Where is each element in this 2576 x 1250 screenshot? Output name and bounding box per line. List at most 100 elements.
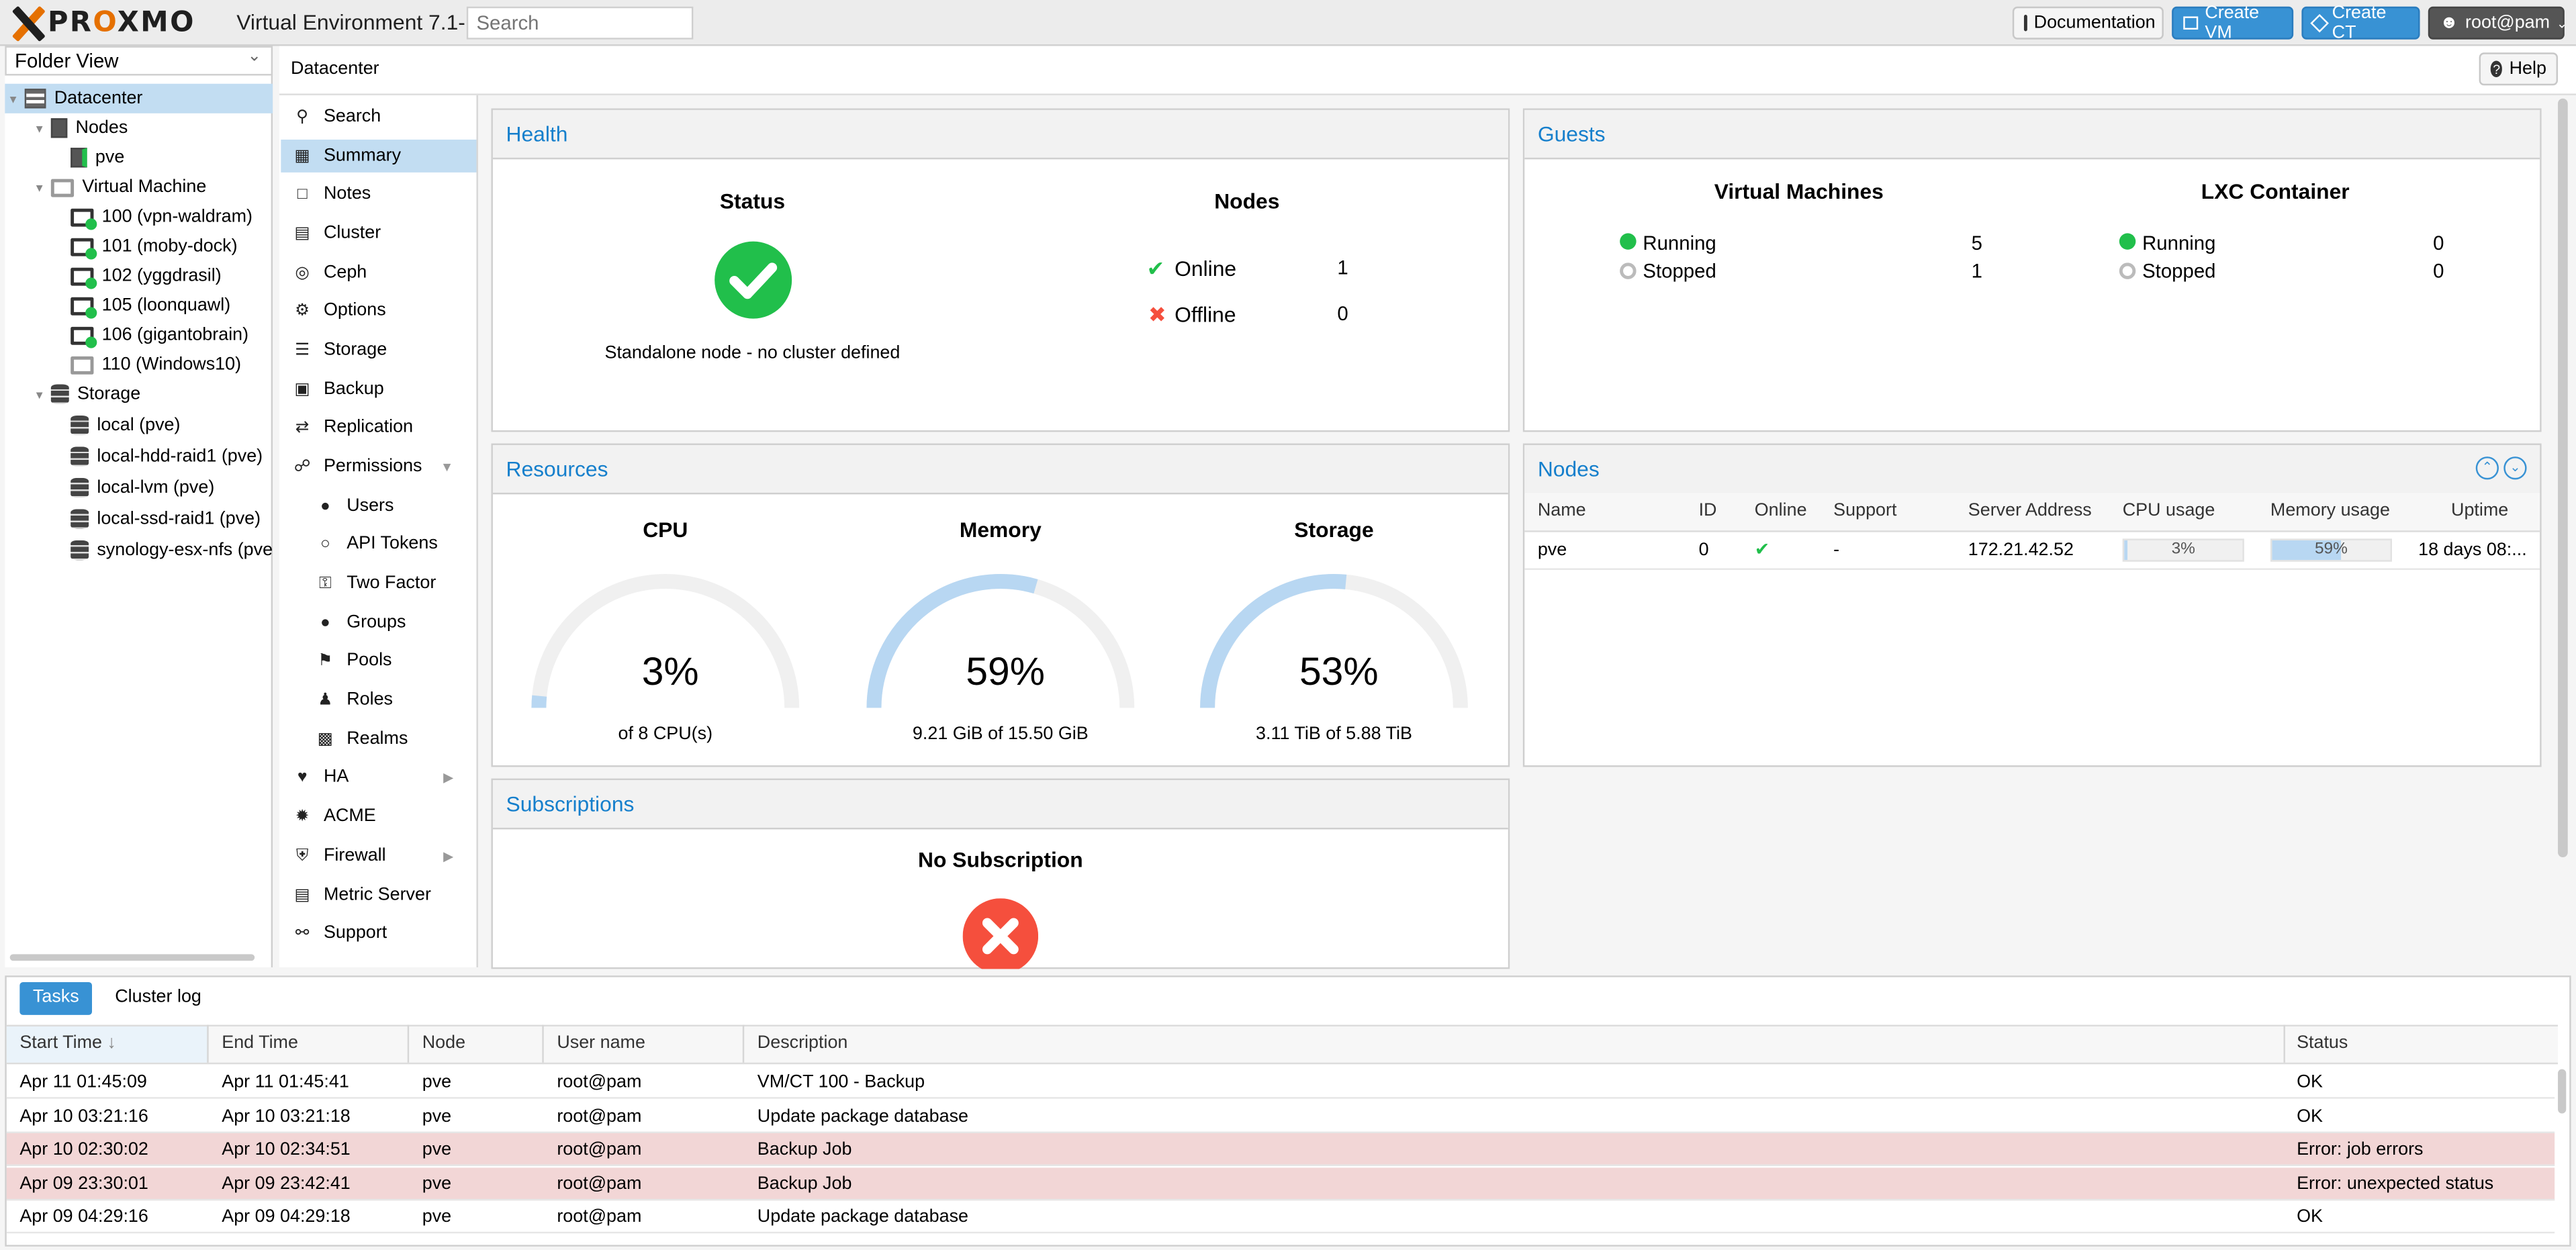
task-row[interactable] (6, 1133, 2555, 1166)
task-user: root@pam (557, 1072, 642, 1092)
collapse-icon[interactable]: ▾ (5, 91, 21, 106)
memory-sub: 9.21 GiB of 15.50 GiB (912, 724, 1089, 744)
tree-item-vm-102[interactable]: 102 (yggdrasil) (5, 261, 273, 291)
menu-item-acme[interactable]: ✹ ACME (281, 800, 476, 832)
menu-item-search[interactable]: ⚲ Search (281, 100, 476, 133)
menu-item-roles[interactable]: ♟ Roles (281, 683, 476, 716)
bar-chart-icon: ▤ (294, 885, 310, 904)
col-server-address[interactable]: Server Address (1968, 501, 2092, 520)
task-user: root@pam (557, 1173, 642, 1194)
tab-tasks[interactable]: Tasks (19, 981, 93, 1015)
chevron-right-icon: ▶ (443, 848, 454, 863)
health-title: Health (492, 109, 1508, 160)
task-status: OK (2297, 1072, 2323, 1092)
menu-item-ceph[interactable]: ◎ Ceph (281, 256, 476, 289)
tree-item-vm-105[interactable]: 105 (loonquawl) (5, 291, 273, 320)
tree-item-pve[interactable]: pve (5, 143, 273, 173)
tree-item-virtual-machine[interactable]: ▾ Virtual Machine (5, 173, 273, 202)
col-status[interactable]: Status (2297, 1033, 2348, 1053)
tree-item-vm-110[interactable]: 110 (Windows10) (5, 350, 273, 379)
tree-item-vm-106[interactable]: 106 (gigantobrain) (5, 320, 273, 350)
task-row[interactable] (6, 1100, 2555, 1133)
cpu-heading: CPU (643, 517, 688, 542)
tree-item-vm-100[interactable]: 100 (vpn-waldram) (5, 202, 273, 232)
col-online[interactable]: Online (1755, 501, 1807, 520)
tree-item-storage[interactable]: ▾ Storage (5, 379, 273, 409)
menu-item-api-tokens[interactable]: ○ API Tokens (281, 527, 476, 560)
task-row[interactable] (6, 1167, 2555, 1200)
search-input[interactable] (466, 6, 694, 40)
task-row[interactable] (6, 1066, 2555, 1099)
heartbeat-icon: ♥ (297, 767, 308, 786)
menu-item-pools[interactable]: ⚑ Pools (281, 644, 476, 677)
menu-item-two-factor[interactable]: ⚿ Two Factor (281, 567, 476, 599)
menu-item-groups[interactable]: ● Groups (281, 606, 476, 639)
menu-item-support[interactable]: ⚯ Support (281, 916, 476, 949)
create-vm-button[interactable]: Create VM (2172, 3, 2294, 43)
ceph-icon: ◎ (295, 263, 310, 282)
menu-item-realms[interactable]: ▩ Realms (281, 722, 476, 755)
user-menu-button[interactable]: ☻ root@pam ⌄ (2428, 6, 2567, 40)
expand-down-icon[interactable]: ⌄ (2503, 456, 2527, 480)
view-selector[interactable]: Folder View ⌄ (5, 46, 273, 76)
menu-item-metric-server[interactable]: ▤ Metric Server (281, 879, 476, 912)
menu-item-summary[interactable]: ▦ Summary (281, 139, 477, 173)
collapse-up-icon[interactable]: ⌃ (2475, 456, 2499, 480)
question-icon: ? (2490, 60, 2503, 77)
user-icon: ☻ (2439, 13, 2459, 33)
col-uptime[interactable]: Uptime (2451, 501, 2508, 520)
collapse-icon[interactable]: ▾ (31, 180, 47, 195)
tree-item-nodes[interactable]: ▾ Nodes (5, 113, 273, 143)
task-end-time: Apr 11 01:45:41 (222, 1072, 349, 1092)
task-node: pve (422, 1173, 452, 1194)
col-name[interactable]: Name (1538, 501, 1586, 520)
tab-cluster-log[interactable]: Cluster log (102, 982, 215, 1015)
menu-item-options[interactable]: ⚙ Options (281, 294, 476, 327)
tree-item-storage-nfs[interactable]: synology-esx-nfs (pve) (5, 536, 273, 565)
menu-item-ha[interactable]: ♥ HA ▶ (281, 761, 476, 794)
menu-item-cluster[interactable]: ▤ Cluster (281, 217, 476, 250)
col-node[interactable]: Node (422, 1033, 465, 1053)
health-panel: Health (491, 108, 1510, 432)
documentation-button[interactable]: Documentation (2012, 6, 2164, 40)
menu-item-firewall[interactable]: ⛨ Firewall ▶ (281, 839, 476, 872)
menu-item-backup[interactable]: ▣ Backup (281, 373, 476, 405)
col-cpu-usage[interactable]: CPU usage (2123, 501, 2215, 520)
col-start-time[interactable]: Start Time ↓ (19, 1033, 116, 1053)
create-ct-button[interactable]: Create CT (2301, 3, 2420, 43)
tree-item-datacenter[interactable]: ▾ Datacenter (5, 83, 273, 113)
tree-item-storage-hdd-raid1[interactable]: local-hdd-raid1 (pve) (5, 442, 273, 471)
tree-item-storage-local[interactable]: local (pve) (5, 411, 273, 440)
tree-item-vm-101[interactable]: 101 (moby-dock) (5, 232, 273, 261)
col-memory-usage[interactable]: Memory usage (2270, 501, 2390, 520)
collapse-icon[interactable]: ▾ (31, 121, 47, 136)
menu-item-replication[interactable]: ⇄ Replication (281, 411, 476, 444)
col-support[interactable]: Support (1833, 501, 1896, 520)
collapse-icon[interactable]: ▾ (31, 387, 47, 401)
menu-item-storage[interactable]: ☰ Storage (281, 334, 476, 367)
tree-scrollbar[interactable] (9, 954, 255, 961)
menu-item-notes[interactable]: □ Notes (281, 177, 476, 210)
help-button[interactable]: ? Help (2479, 52, 2559, 86)
tasks-scrollbar[interactable] (2558, 1069, 2567, 1114)
tree-item-storage-lvm[interactable]: local-lvm (pve) (5, 473, 273, 503)
book-icon: ▦ (294, 146, 310, 165)
task-start-time: Apr 10 02:30:02 (19, 1139, 148, 1160)
vm-running-icon (71, 296, 97, 318)
col-id[interactable]: ID (1699, 501, 1717, 520)
node-support: - (1833, 540, 1840, 561)
col-user-name[interactable]: User name (557, 1033, 645, 1053)
unlock-icon: ☍ (293, 457, 311, 476)
task-row[interactable] (6, 1200, 2555, 1234)
col-description[interactable]: Description (757, 1033, 848, 1053)
content-scrollbar[interactable] (2558, 98, 2568, 858)
proxmox-logo[interactable]: PROXMO (10, 5, 195, 42)
nodes-title: Nodes (1524, 444, 2540, 495)
tree-item-storage-ssd-raid1[interactable]: local-ssd-raid1 (pve) (5, 504, 273, 534)
node-uptime: 18 days 08:... (2418, 540, 2527, 561)
col-end-time[interactable]: End Time (222, 1033, 298, 1053)
node-online-icon (71, 148, 87, 168)
menu-item-users[interactable]: ● Users (281, 489, 476, 522)
menu-item-permissions[interactable]: ☍ Permissions ▼ (281, 450, 476, 483)
content-header (279, 46, 2576, 95)
